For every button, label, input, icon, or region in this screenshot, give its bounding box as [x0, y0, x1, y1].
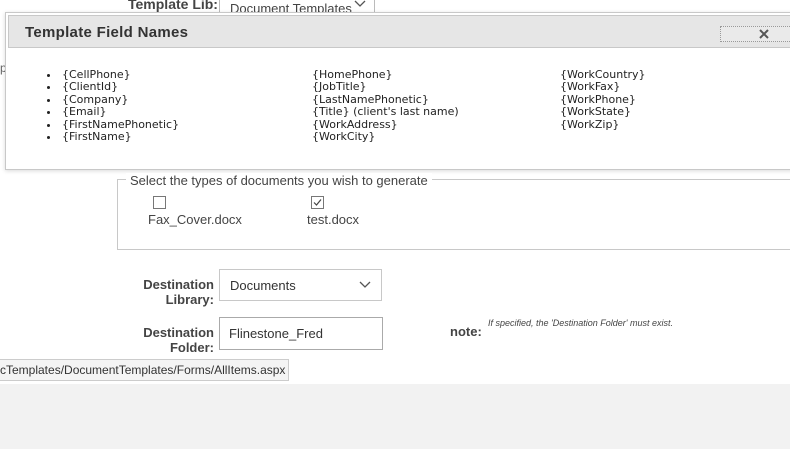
destination-library-label: Destination Library: — [140, 277, 214, 307]
note-label: note: — [450, 324, 482, 339]
field-list-column-2: {HomePhone} {JobTitle} {LastNamePhonetic}{… — [254, 68, 459, 144]
page-footer-area — [0, 384, 790, 449]
fax-cover-checkbox[interactable] — [153, 196, 166, 209]
destination-folder-label: Destination Folder: — [140, 325, 214, 355]
field-name-item: {Title} (client's last name) — [312, 105, 459, 119]
test-docx-label: test.docx — [307, 212, 360, 227]
destination-library-label-line1: Destination — [143, 277, 214, 292]
close-icon — [759, 29, 769, 39]
destination-folder-input[interactable] — [219, 317, 383, 350]
field-name-item: {Email} — [60, 105, 179, 118]
field-name-item: {FirstName} — [60, 130, 179, 143]
dialog-titlebar[interactable]: Template Field Names — [8, 15, 790, 48]
checkmark-icon — [313, 199, 322, 206]
field-name-item: {WorkZip} — [560, 117, 620, 131]
dialog-close-button[interactable] — [720, 26, 790, 42]
chevron-down-icon — [359, 281, 371, 288]
destination-folder-label-line2: Folder: — [169, 340, 214, 355]
document-types-legend: Select the types of documents you wish t… — [126, 173, 432, 188]
field-list-column-3: {WorkCountry} {WorkFax} {WorkPhone} {WorkSt… — [502, 68, 646, 131]
template-field-names-dialog: Template Field Names {CellPhone}{ClientI… — [5, 12, 790, 170]
field-name-item: {ClientId} — [60, 80, 179, 93]
note-text: If specified, the 'Destination Folder' m… — [488, 318, 674, 328]
test-docx-checkbox[interactable] — [311, 196, 324, 209]
fax-cover-label: Fax_Cover.docx — [148, 212, 242, 227]
field-list-column-1: {CellPhone}{ClientId}{Company}{Email}{Fi… — [4, 68, 179, 143]
destination-library-label-line2: Library: — [165, 292, 214, 307]
destination-library-select[interactable]: Documents — [219, 269, 382, 301]
dialog-title: Template Field Names — [25, 24, 189, 41]
field-name-item: {WorkCity} — [312, 130, 376, 144]
destination-library-value: Documents — [230, 278, 296, 293]
field-name-item: {WorkState} — [560, 105, 631, 119]
chevron-down-icon — [354, 0, 366, 7]
status-bar-url: cTemplates/DocumentTemplates/Forms/AllIt… — [0, 359, 290, 381]
field-name-item: {WorkFax} — [560, 80, 621, 94]
field-name-item: {JobTitle} — [312, 80, 367, 94]
template-lib-label: Template Lib: — [128, 0, 218, 12]
destination-folder-label-line1: Destination — [143, 325, 214, 340]
